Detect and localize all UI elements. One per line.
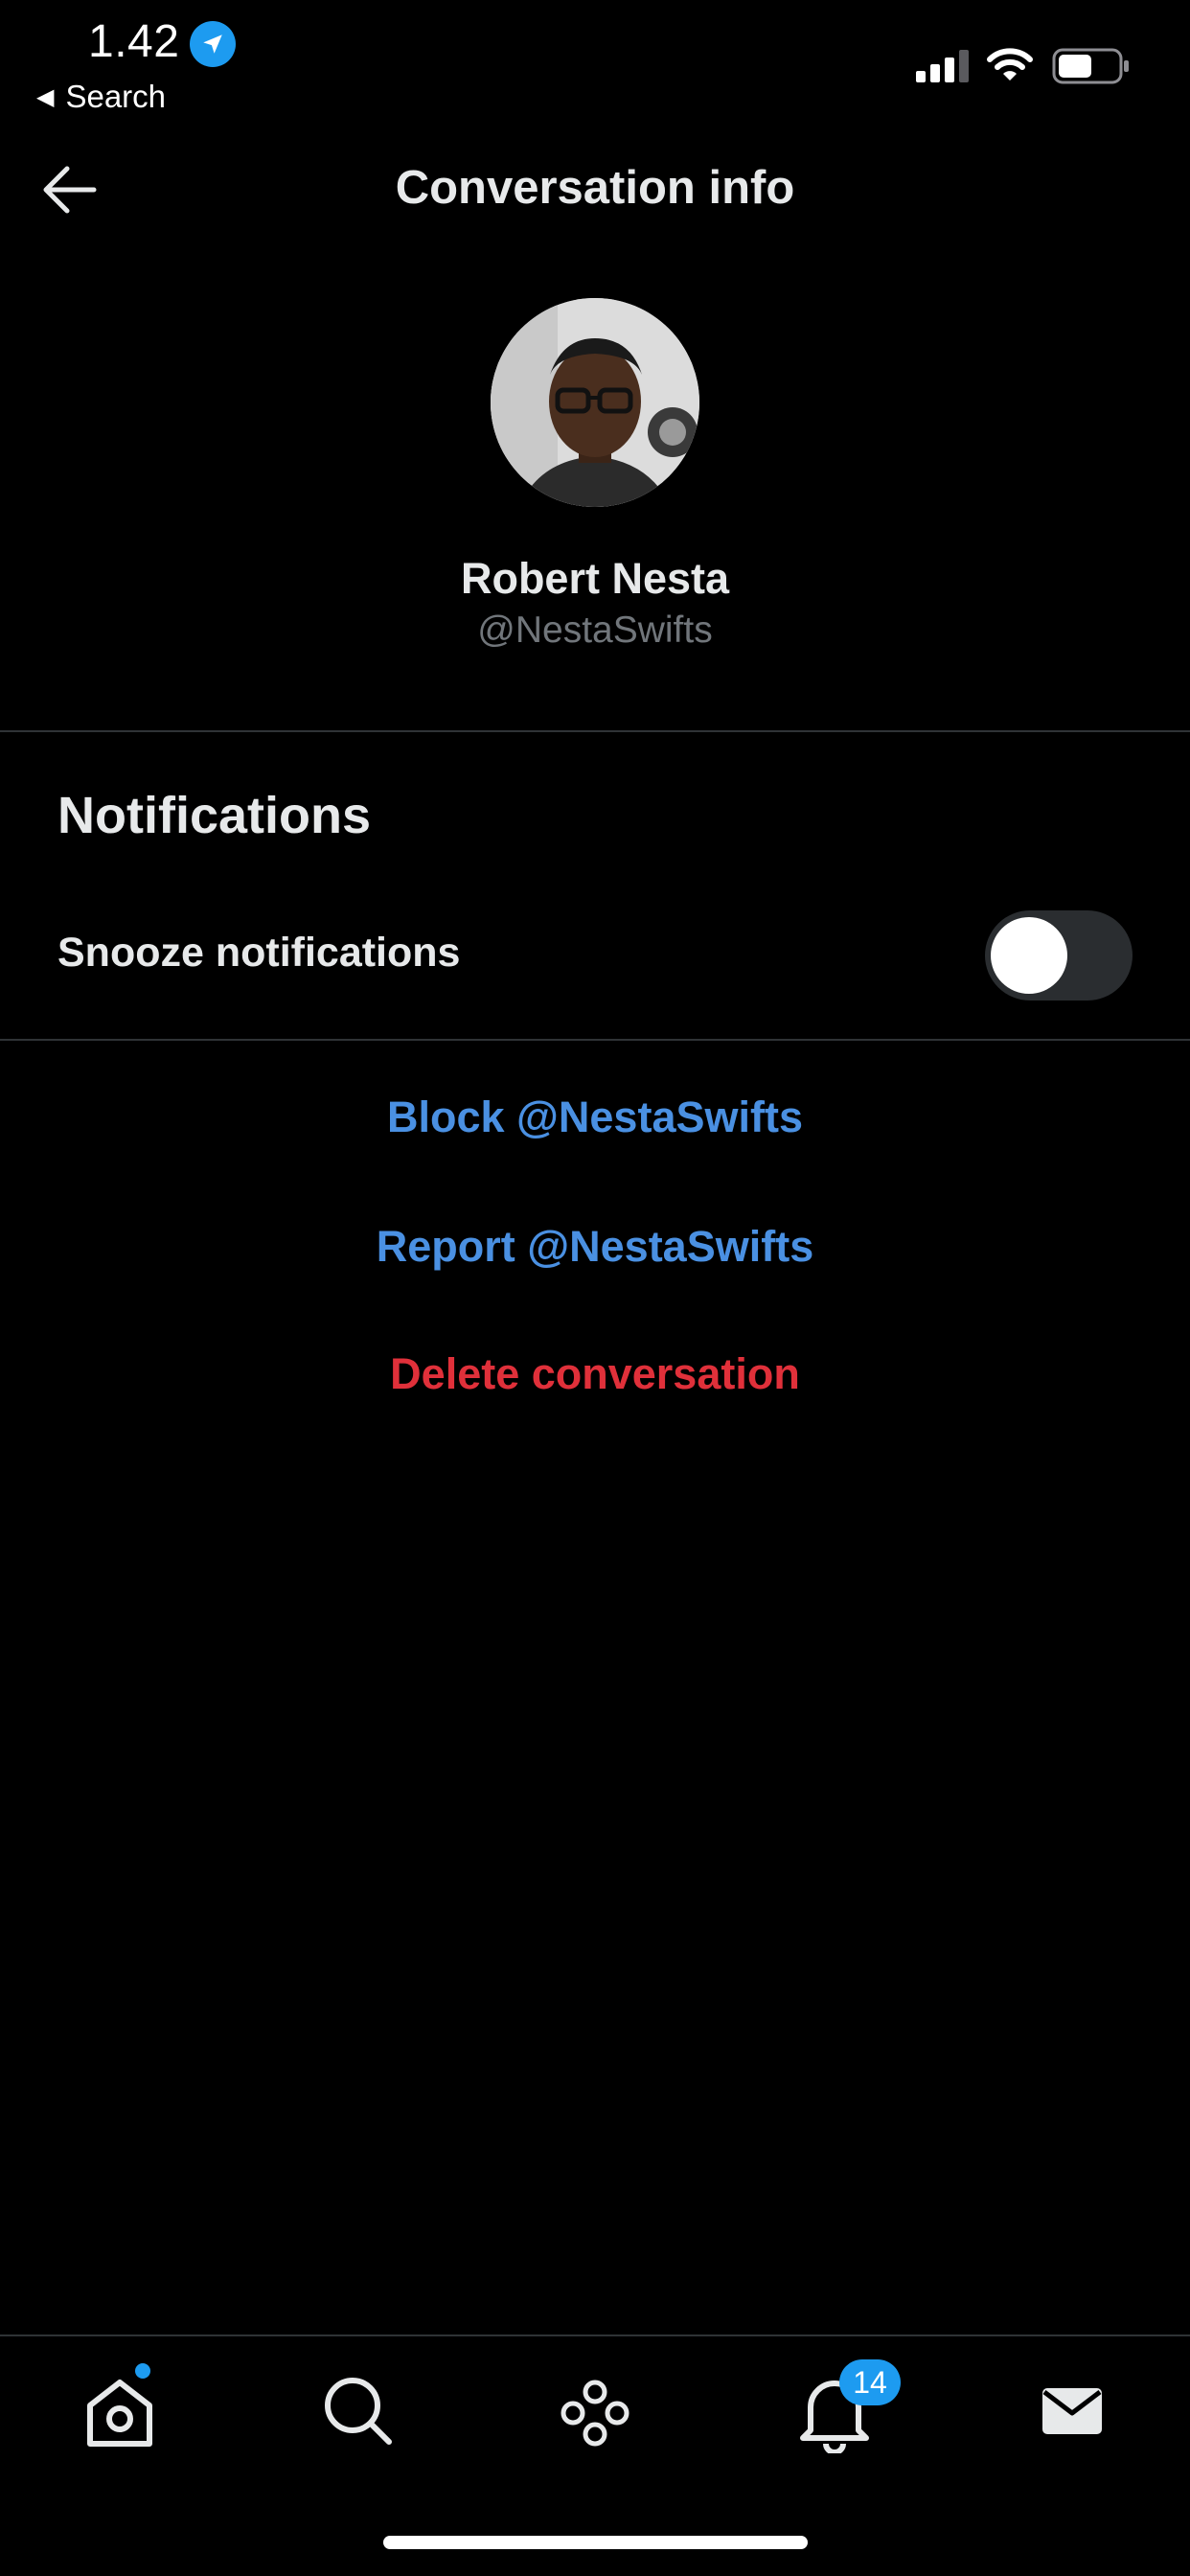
profile-handle: @NestaSwifts bbox=[477, 610, 713, 651]
snooze-notifications-toggle[interactable] bbox=[985, 910, 1133, 1000]
report-user-button[interactable]: Report @NestaSwifts bbox=[0, 1222, 1190, 1272]
delete-conversation-button[interactable]: Delete conversation bbox=[0, 1349, 1190, 1399]
home-icon[interactable] bbox=[77, 2367, 163, 2453]
block-user-button[interactable]: Block @NestaSwifts bbox=[0, 1092, 1190, 1142]
status-time: 1.42 bbox=[88, 16, 180, 67]
profile-name: Robert Nesta bbox=[460, 554, 730, 603]
back-to-search-label: Search bbox=[65, 79, 167, 114]
location-arrow-icon bbox=[190, 21, 236, 67]
home-unread-dot bbox=[135, 2363, 150, 2379]
divider bbox=[0, 730, 1190, 732]
back-triangle-icon: ◀ bbox=[36, 84, 55, 110]
back-to-search-link[interactable]: ◀ Search bbox=[36, 79, 166, 115]
wifi-icon bbox=[987, 48, 1033, 80]
cellular-signal-icon bbox=[916, 50, 969, 82]
spaces-icon[interactable] bbox=[552, 2367, 638, 2453]
mail-icon[interactable] bbox=[1029, 2367, 1115, 2453]
home-indicator[interactable] bbox=[383, 2536, 808, 2549]
divider bbox=[0, 1039, 1190, 1041]
page-title: Conversation info bbox=[395, 162, 795, 214]
tab-bar-divider bbox=[0, 2334, 1190, 2336]
avatar[interactable] bbox=[491, 298, 699, 507]
search-icon[interactable] bbox=[314, 2367, 400, 2453]
notifications-badge: 14 bbox=[839, 2359, 901, 2405]
notifications-heading: Notifications bbox=[57, 787, 372, 844]
snooze-notifications-label: Snooze notifications bbox=[57, 930, 461, 976]
toggle-knob bbox=[991, 917, 1067, 994]
battery-icon bbox=[1052, 48, 1129, 84]
avatar-photo bbox=[491, 298, 699, 507]
